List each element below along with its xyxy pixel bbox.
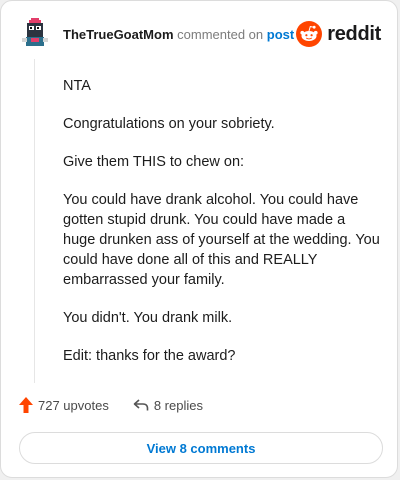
comment-paragraph: Congratulations on your sobriety. [63, 116, 275, 132]
comment-paragraph: Edit: thanks for the award? [63, 348, 236, 364]
upvote-button[interactable]: 727 upvotes [19, 397, 109, 413]
action-text: commented on [177, 27, 264, 42]
comment-body: NTA Congratulations on your sobriety. Gi… [63, 76, 381, 384]
comment-header: TheTrueGoatMom commented on post reddit [1, 1, 397, 65]
post-link[interactable]: post [267, 27, 294, 42]
brand-wordmark: reddit [327, 22, 381, 45]
view-comments-button[interactable]: View 8 comments [19, 432, 383, 464]
comment-meta: TheTrueGoatMom commented on post [63, 27, 294, 43]
upvote-arrow-icon [19, 397, 33, 413]
comment-paragraph: NTA [63, 78, 91, 94]
comment-card: TheTrueGoatMom commented on post reddit … [0, 0, 398, 478]
replies-count: 8 replies [153, 397, 203, 413]
user-avatar[interactable] [19, 17, 51, 49]
reddit-brand[interactable]: reddit [296, 21, 381, 47]
reddit-logo-icon [296, 21, 323, 47]
reply-arrow-icon [133, 398, 149, 412]
avatar-icon [19, 17, 51, 49]
thread-line [34, 59, 35, 383]
comment-actions: 727 upvotes 8 replies [19, 397, 227, 413]
replies-button[interactable]: 8 replies [133, 398, 203, 413]
username-link[interactable]: TheTrueGoatMom [63, 27, 174, 42]
comment-paragraph: You didn't. You drank milk. [63, 310, 233, 326]
upvote-count: 727 upvotes [38, 397, 109, 413]
comment-paragraph: Give them THIS to chew on: [63, 154, 245, 170]
comment-paragraph: You could have drank alcohol. You could … [63, 192, 380, 288]
